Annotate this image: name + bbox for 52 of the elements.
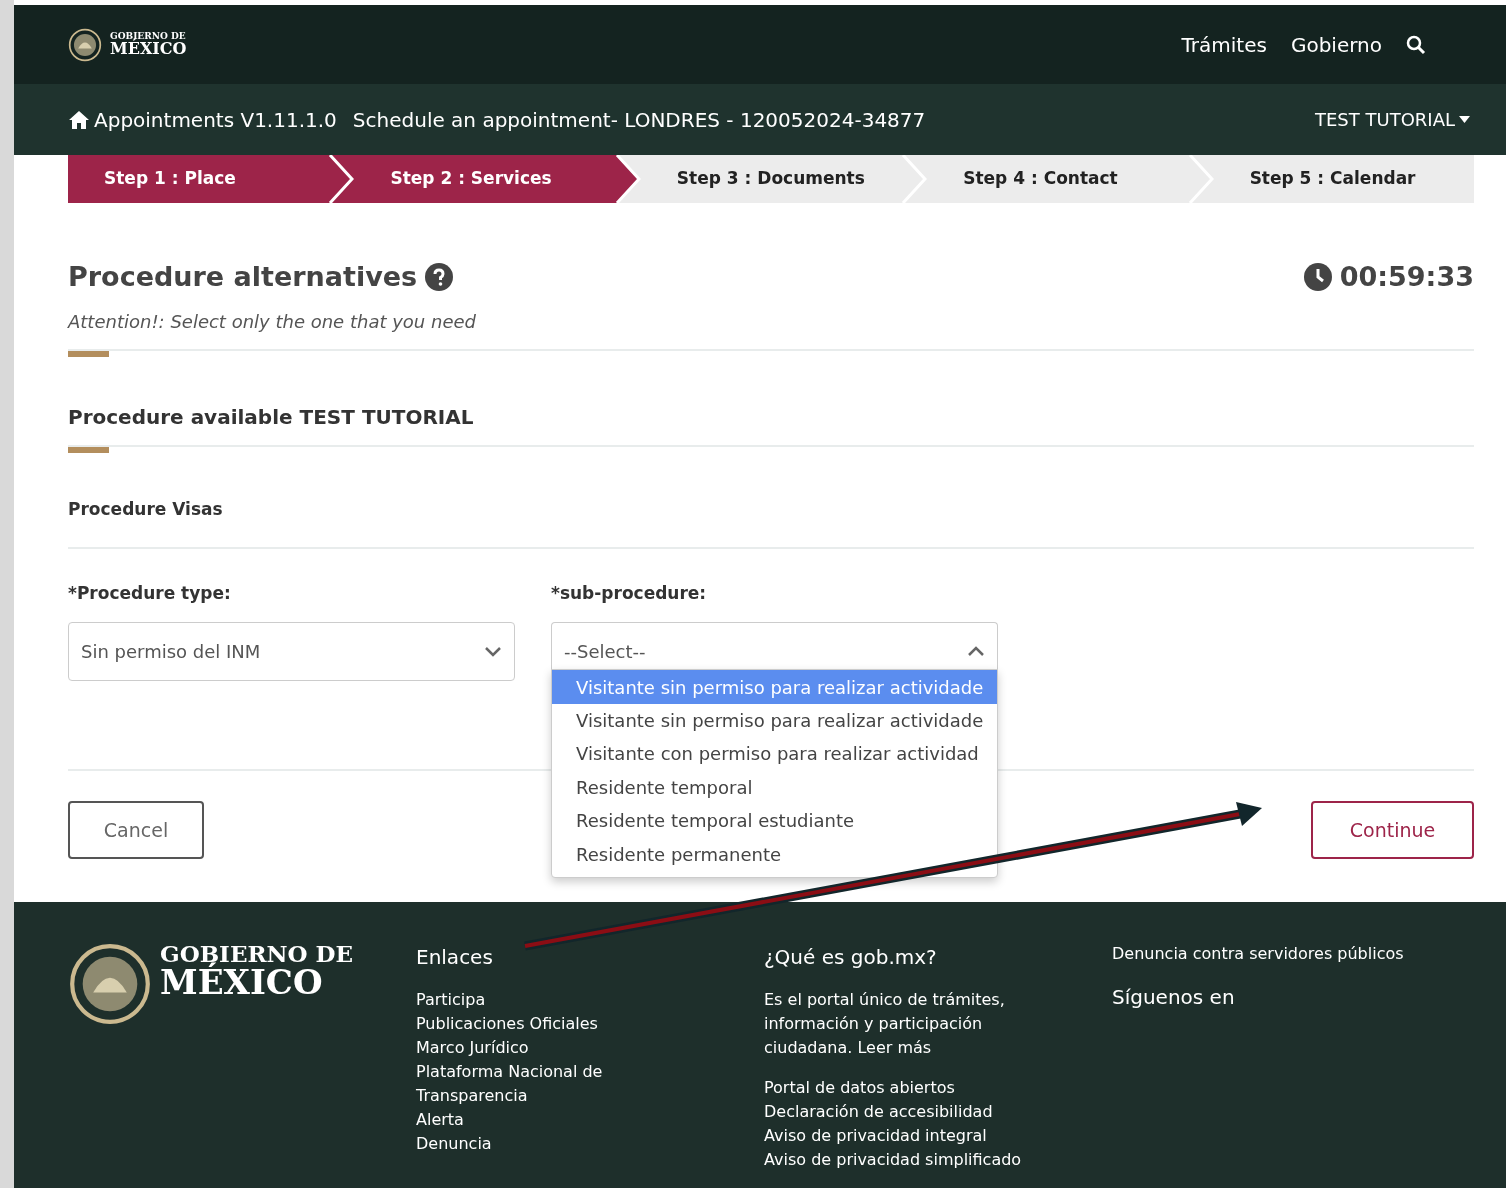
dropdown-option[interactable]: Visitante con permiso para realizar actividad xyxy=(552,737,997,771)
footer-link[interactable]: Denuncia contra servidores públicos xyxy=(1112,942,1404,966)
footer-link[interactable]: Declaración de accesibilidad xyxy=(764,1100,1112,1124)
chevron-up-icon xyxy=(967,646,985,658)
footer-link[interactable]: Publicaciones Oficiales xyxy=(416,1012,626,1036)
footer-link[interactable]: Portal de datos abiertos xyxy=(764,1076,1112,1100)
field-label: *Procedure type: xyxy=(68,581,232,605)
help-icon[interactable] xyxy=(425,263,454,292)
select-field[interactable]: Sin permiso del INM xyxy=(68,622,515,682)
footer-link[interactable]: Aviso de privacidad simplificado xyxy=(764,1148,1112,1172)
page-title: Schedule an appointment- LONDRES - 120052024-34877 xyxy=(352,106,926,134)
footer-description: Es el portal único de trámites, información y participación ciudadana. Leer más xyxy=(764,989,1006,1059)
step-tab[interactable]: Step 3 : Documents xyxy=(640,155,902,203)
clock-icon xyxy=(1303,263,1332,292)
section-heading: Procedure available TEST TUTORIAL xyxy=(68,404,475,429)
search-icon[interactable] xyxy=(1406,34,1426,55)
dropdown-option[interactable]: Residente temporal xyxy=(552,770,997,804)
step-tab[interactable]: Step 4 : Contact xyxy=(927,155,1188,203)
dropdown-option[interactable]: Residente temporal estudiante xyxy=(552,803,997,838)
footer-link[interactable]: Aviso de privacidad integral xyxy=(764,1124,1112,1148)
dropdown-option[interactable]: Visitante sin permiso para realizar actividade xyxy=(552,703,997,738)
seal-icon xyxy=(68,27,102,62)
dropdown-option[interactable]: Residente permanente xyxy=(552,837,997,871)
footer-link[interactable]: Marco Jurídico xyxy=(416,1036,626,1060)
continue-button[interactable]: Continue xyxy=(1311,801,1474,860)
nav-link[interactable]: Gobierno xyxy=(1290,29,1382,60)
user-menu[interactable]: TEST TUTORIAL xyxy=(1315,106,1470,133)
step-tab[interactable]: Step 1 : Place xyxy=(68,155,329,203)
footer-heading: ¿Qué es gob.mx? xyxy=(764,944,938,971)
footer-link[interactable]: Plataforma Nacional de Transparencia xyxy=(416,1060,626,1108)
footer-link[interactable]: Denuncia xyxy=(416,1132,626,1156)
app-name: Appointments V1.11.1.0 xyxy=(94,106,337,134)
notice-text: Attention!: Select only the one that you need xyxy=(68,309,477,334)
nav-link[interactable]: Trámites xyxy=(1181,29,1267,60)
cancel-button[interactable]: Cancel xyxy=(68,801,204,860)
caret-icon xyxy=(1459,116,1470,123)
chevron-down-icon xyxy=(484,646,502,658)
chevron-icon xyxy=(1187,155,1214,203)
footer-heading: Síguenos en xyxy=(1112,984,1236,1011)
timer: 00:59:33 xyxy=(1339,260,1474,294)
home-icon[interactable] xyxy=(68,109,90,130)
chevron-icon xyxy=(614,155,641,203)
footer-heading: Enlaces xyxy=(416,944,494,971)
heading: Procedure alternatives xyxy=(68,261,418,294)
seal-icon xyxy=(68,942,152,1026)
chevron-icon xyxy=(901,155,928,203)
footer-link[interactable]: Alerta xyxy=(416,1108,626,1132)
step-tab[interactable]: Step 5 : Calendar xyxy=(1213,155,1475,203)
field-label: *sub-procedure: xyxy=(551,581,708,605)
read-more-link[interactable]: Leer más xyxy=(857,1038,932,1057)
subsection-heading: Procedure Visas xyxy=(68,498,224,519)
footer-link[interactable]: Participa xyxy=(416,988,626,1012)
